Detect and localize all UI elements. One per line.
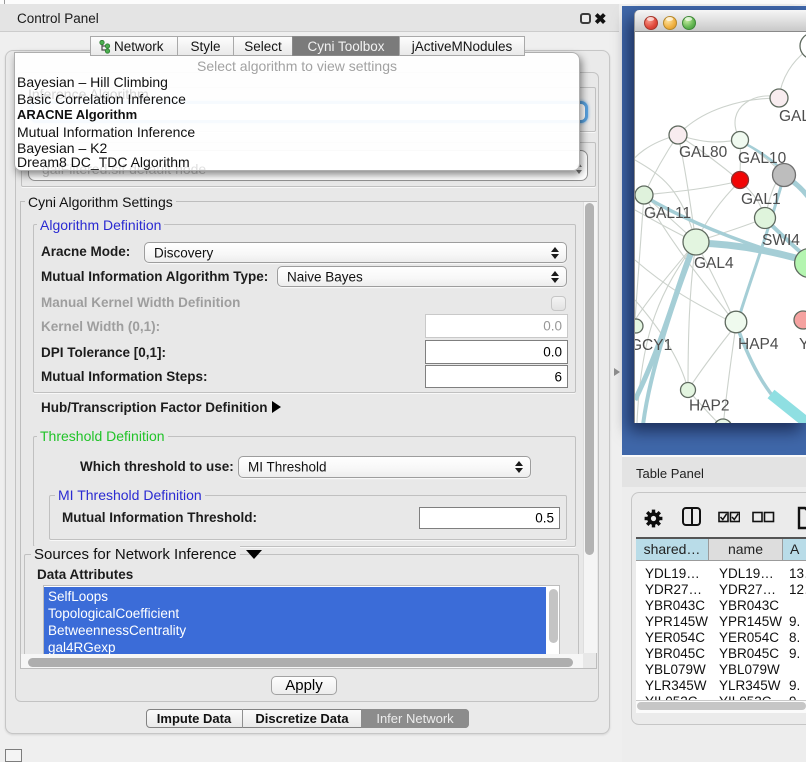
svg-text:YEL: YEL: [799, 336, 806, 353]
svg-text:HAP2: HAP2: [689, 398, 730, 415]
svg-text:SWI4: SWI4: [762, 232, 800, 249]
svg-text:GAL11: GAL11: [644, 205, 691, 222]
svg-text:GAL1: GAL1: [741, 191, 781, 208]
svg-text:GCY1: GCY1: [635, 337, 672, 354]
svg-text:GAL2: GAL2: [779, 108, 806, 125]
svg-text:HAP4: HAP4: [738, 336, 779, 353]
svg-text:GAL4: GAL4: [694, 255, 734, 272]
svg-text:GAL10: GAL10: [738, 150, 787, 167]
svg-text:GAL80: GAL80: [679, 144, 728, 161]
